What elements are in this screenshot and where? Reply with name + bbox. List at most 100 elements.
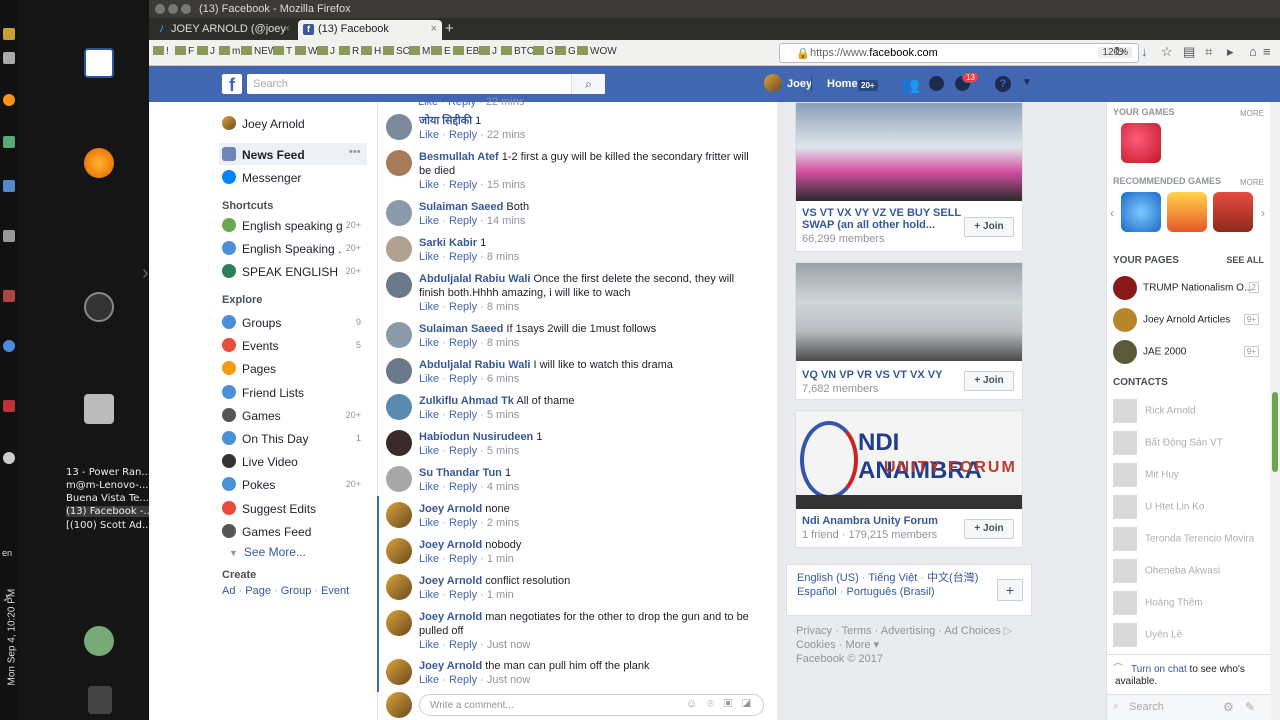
candy-crush-icon[interactable] <box>1121 123 1161 163</box>
bookmark-item[interactable]: ! <box>153 46 169 57</box>
compose-icon[interactable]: ✎ <box>1245 700 1255 714</box>
avatar[interactable] <box>386 538 412 564</box>
avatar[interactable] <box>386 659 412 685</box>
page-scrollbar[interactable] <box>1270 102 1280 720</box>
join-button[interactable]: + Join <box>964 519 1014 539</box>
document-icon[interactable] <box>84 48 114 78</box>
reply-link[interactable]: Reply <box>449 445 477 457</box>
comment-time[interactable]: 2 mins <box>487 517 519 529</box>
search-button[interactable]: ⌕ <box>571 74 605 94</box>
avatar[interactable] <box>386 200 412 226</box>
like-link[interactable]: Like <box>419 251 439 263</box>
avatar[interactable] <box>764 74 782 92</box>
avatar[interactable] <box>386 574 412 600</box>
sidebar-item-live-video[interactable]: Live Video <box>222 454 342 469</box>
language-link[interactable]: English (US) <box>797 572 859 584</box>
clock[interactable]: Mon Sep 4, 10:20 PM <box>7 589 18 686</box>
chevron-right-icon[interactable]: › <box>142 262 149 285</box>
facebook-logo[interactable]: f <box>222 74 242 95</box>
commenter-name[interactable]: जोया सिद्दीकी <box>419 115 472 127</box>
url-bar[interactable]: 🔒 https://www.facebook.com 120% <box>779 43 1139 63</box>
group-image[interactable] <box>796 103 1022 201</box>
gif-icon[interactable]: ▣ <box>724 698 742 710</box>
commenter-name[interactable]: Abduljalal Rabiu Wali <box>419 273 530 285</box>
like-link[interactable]: Like <box>419 481 439 493</box>
language-link[interactable]: 中文(台灣) <box>927 572 978 584</box>
comment-time[interactable]: 4 mins <box>487 481 519 493</box>
firefox-icon[interactable] <box>84 148 114 178</box>
language-link[interactable]: Tiếng Việt <box>868 572 917 584</box>
avatar[interactable] <box>386 358 412 384</box>
create-link[interactable]: Event <box>321 585 349 597</box>
sidebar-item-pokes[interactable]: Pokes <box>222 477 342 492</box>
bookmark-item[interactable]: F <box>175 46 194 57</box>
footer-link[interactable]: Terms <box>842 625 872 637</box>
reply-link[interactable]: Reply <box>449 481 477 493</box>
avatar[interactable] <box>386 394 412 420</box>
avatar[interactable] <box>386 150 412 176</box>
app-icon[interactable] <box>3 230 15 242</box>
bookmark-item[interactable]: E <box>431 46 451 57</box>
bookmark-item[interactable]: R <box>339 46 359 57</box>
bookmark-item[interactable]: J <box>317 46 335 57</box>
language-link[interactable]: Español <box>797 586 837 598</box>
home-link[interactable]: Home <box>827 78 858 90</box>
app-icon[interactable] <box>3 136 15 148</box>
bookmark-item[interactable]: W <box>295 46 317 57</box>
reply-link[interactable]: Reply <box>449 589 477 601</box>
keyboard-layout[interactable]: en <box>2 548 12 558</box>
commenter-name[interactable]: Sulaiman Saeed <box>419 323 503 335</box>
trash-icon[interactable] <box>88 686 112 714</box>
bookmark-item[interactable]: G <box>555 46 576 57</box>
profile-link[interactable]: Joey <box>787 78 812 90</box>
commenter-name[interactable]: Sarki Kabir <box>419 237 477 249</box>
reply-link[interactable]: Reply <box>449 517 477 529</box>
home-icon[interactable]: ⌂ <box>1249 44 1257 59</box>
group-name[interactable]: Ndi Anambra Unity Forum <box>802 515 962 527</box>
comment-time[interactable]: 5 mins <box>487 409 519 421</box>
like-link[interactable]: Like <box>419 373 439 385</box>
like-link[interactable]: Like <box>419 337 439 349</box>
reply-link[interactable]: Reply <box>449 674 477 686</box>
user-icon[interactable] <box>84 626 114 656</box>
bookmark-item[interactable]: BTC <box>501 46 534 57</box>
bookmark-item[interactable]: WOW <box>577 46 617 57</box>
commenter-name[interactable]: Joey Arnold <box>419 611 482 623</box>
like-link[interactable]: Like <box>419 589 439 601</box>
close-tab-icon[interactable]: × <box>431 23 437 35</box>
download-icon[interactable]: ↓ <box>1141 44 1148 59</box>
chevron-down-icon[interactable]: ▼ <box>1022 77 1032 88</box>
minimize-icon[interactable] <box>168 4 178 14</box>
contact-item[interactable]: Uyên Lê <box>1113 623 1182 647</box>
maximize-icon[interactable] <box>181 4 191 14</box>
create-link[interactable]: Page <box>245 585 271 597</box>
bookmark-item[interactable]: NEW <box>241 46 277 57</box>
bookmark-item[interactable]: G <box>533 46 554 57</box>
scrollbar-thumb[interactable] <box>1272 392 1278 472</box>
like-link[interactable]: Like <box>419 553 439 565</box>
slots-game-icon[interactable] <box>1213 192 1253 232</box>
like-link[interactable]: Like <box>419 639 439 651</box>
settings-icon[interactable] <box>3 452 15 464</box>
menu-icon[interactable]: ≡ <box>1263 44 1271 59</box>
youtube-icon[interactable]: ▸ <box>1227 44 1234 60</box>
avatar[interactable] <box>386 502 412 528</box>
sidebar-item-pages[interactable]: Pages <box>222 361 342 376</box>
bookmark-item[interactable]: T <box>273 46 292 57</box>
like-link[interactable]: Like <box>419 517 439 529</box>
reply-link[interactable]: Reply <box>449 337 477 349</box>
app-icon[interactable] <box>3 400 15 412</box>
comment-time[interactable]: Just now <box>487 674 530 686</box>
avatar[interactable] <box>386 114 412 140</box>
footer-link[interactable]: Ad Choices <box>944 625 1000 637</box>
contact-item[interactable]: Bất Động Sản VT <box>1113 431 1223 455</box>
like-link[interactable]: Like <box>419 215 439 227</box>
group-image[interactable]: NDI ANAMBRA UNITY FORUM <box>796 411 1022 509</box>
tab-twitter[interactable]: ﾉ JOEY ARNOLD (@joey × <box>151 20 295 40</box>
files-icon[interactable] <box>84 394 114 424</box>
screenshot-icon[interactable]: ⌗ <box>1205 44 1212 60</box>
group-name[interactable]: VQ VN VP VR VS VT VX VY <box>802 369 962 381</box>
add-language-button[interactable]: + <box>997 579 1023 601</box>
contact-item[interactable]: Hoàng Thêm <box>1113 591 1203 615</box>
reply-link[interactable]: Reply <box>449 215 477 227</box>
